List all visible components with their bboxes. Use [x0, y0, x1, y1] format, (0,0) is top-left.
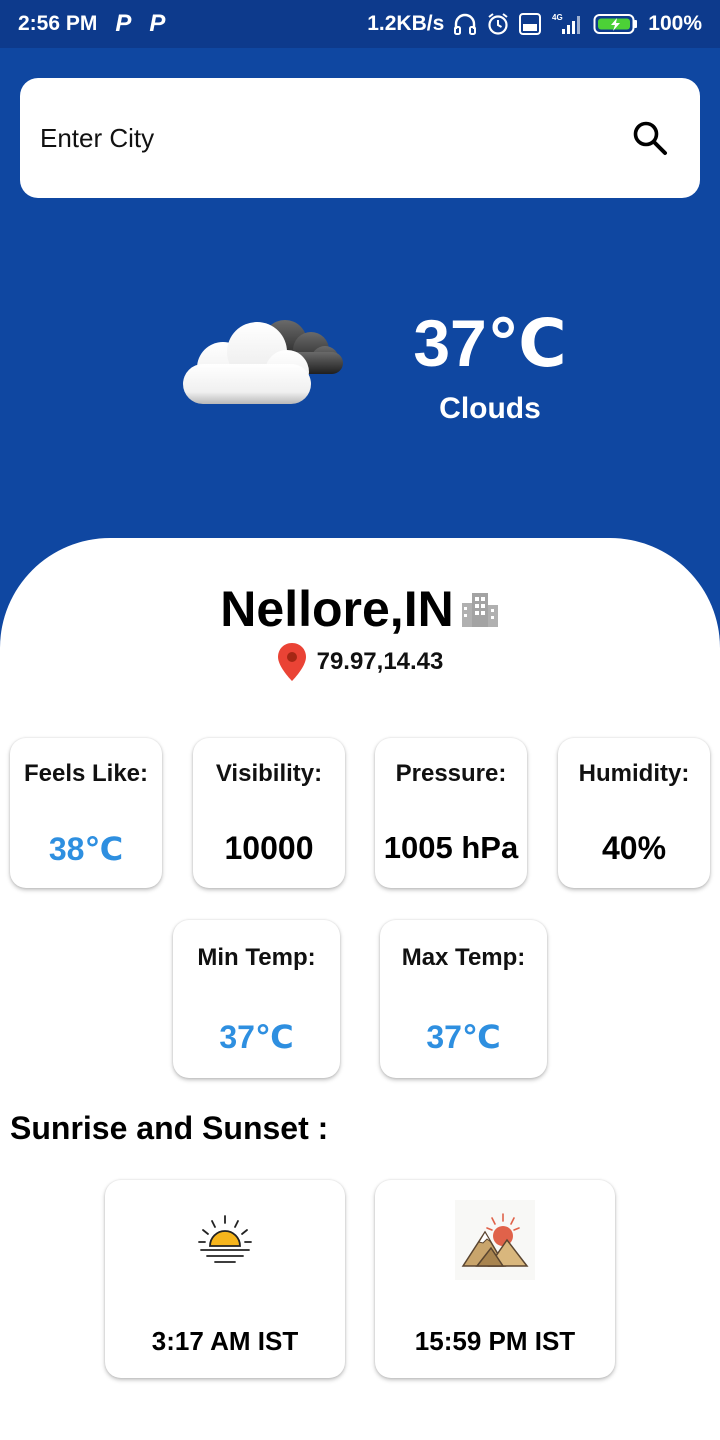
building-icon [461, 593, 498, 627]
max-temp-label: Max Temp: [401, 944, 526, 971]
city-search-input[interactable] [40, 122, 628, 154]
current-temperature: 37℃ [413, 306, 567, 380]
sunrise-sunset-title: Sunrise and Sunset : [10, 1110, 329, 1146]
coordinates: 79.97,14.43 [316, 648, 444, 675]
sunset-card: 15:59 PM IST [375, 1180, 615, 1378]
location-pin-icon [277, 643, 306, 681]
network-type: 4G [552, 13, 563, 22]
max-temp-card: Max Temp: 37℃ [380, 920, 547, 1078]
search-bar [20, 78, 700, 198]
coordinates-row: 79.97,14.43 [0, 642, 720, 682]
sunset-icon [455, 1200, 535, 1280]
visibility-label: Visibility: [215, 760, 323, 787]
feels-like-value: 38℃ [48, 831, 124, 867]
parking-icon-2: P [149, 10, 166, 37]
status-bar: 2:56 PM P P 1.2KB/s 4G 100% [0, 0, 720, 48]
sunrise-time: 3:17 AM IST [151, 1326, 299, 1356]
network-speed: 1.2KB/s [367, 12, 445, 35]
humidity-label: Humidity: [578, 760, 690, 787]
humidity-value: 40% [601, 830, 667, 866]
sunrise-card: 3:17 AM IST [105, 1180, 345, 1378]
min-temp-card: Min Temp: 37℃ [173, 920, 340, 1078]
min-temp-label: Min Temp: [197, 944, 316, 971]
parking-icon: P [115, 10, 132, 37]
status-time: 2:56 PM [18, 12, 98, 35]
signal-icon: 4G [550, 12, 584, 36]
search-button[interactable] [628, 116, 672, 160]
clouds-icon [175, 300, 350, 415]
city-name: Nellore,IN [220, 581, 454, 637]
alarm-icon [486, 12, 510, 36]
city-row: Nellore,IN [0, 580, 720, 638]
sunrise-icon [185, 1200, 265, 1280]
min-temp-value: 37℃ [219, 1019, 294, 1055]
pressure-value: 1005 hPa [383, 830, 519, 865]
pressure-label: Pressure: [395, 760, 507, 787]
battery-icon [593, 13, 639, 35]
headphones-icon [453, 13, 477, 35]
search-icon [633, 121, 667, 155]
feels-like-card: Feels Like: 38℃ [10, 738, 162, 888]
pressure-card: Pressure: 1005 hPa [375, 738, 527, 888]
battery-level: 100% [648, 12, 702, 35]
sunset-time: 15:59 PM IST [414, 1326, 576, 1356]
feels-like-label: Feels Like: [23, 760, 149, 787]
visibility-value: 10000 [224, 830, 314, 866]
humidity-card: Humidity: 40% [558, 738, 710, 888]
weather-condition: Clouds [439, 392, 541, 425]
visibility-card: Visibility: 10000 [193, 738, 345, 888]
volte-icon [519, 13, 542, 35]
max-temp-value: 37℃ [426, 1019, 501, 1055]
